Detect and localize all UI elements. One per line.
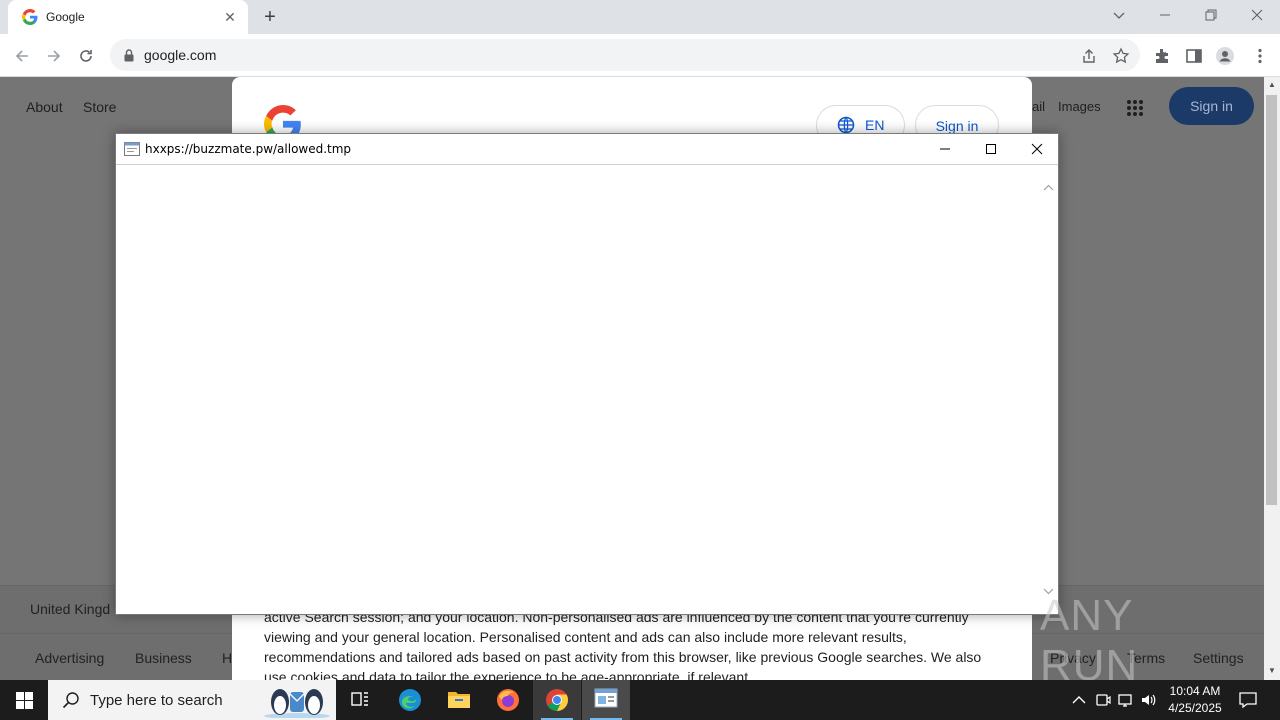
scroll-up-icon[interactable]: ▲ — [1268, 81, 1276, 89]
chevron-up-icon[interactable] — [1043, 184, 1054, 192]
search-highlight-icon — [264, 689, 330, 718]
google-favicon — [22, 9, 38, 25]
watermark-text: ANY RUN — [1040, 591, 1139, 690]
anyrun-watermark: ANY RUN — [1040, 591, 1240, 690]
forward-icon — [48, 50, 61, 62]
taskbar: Type here to search 10:04 AM 4/25/2025 — [0, 680, 1280, 720]
new-tab-button[interactable]: + — [258, 5, 282, 29]
scrollbar-thumb[interactable] — [1266, 95, 1277, 505]
footer-advertising-link[interactable]: Advertising — [35, 650, 104, 666]
footer-country: United Kingd — [30, 601, 111, 617]
network-icon[interactable] — [1117, 691, 1135, 709]
globe-icon — [837, 116, 855, 134]
close-icon — [1251, 9, 1263, 21]
browser-toolbar: google.com — [0, 34, 1280, 77]
about-link[interactable]: About — [26, 99, 63, 115]
taskbar-popup-window[interactable] — [582, 680, 630, 720]
consent-text: active Search session; and your location… — [264, 609, 982, 680]
scroll-down-icon[interactable]: ▼ — [1268, 667, 1276, 675]
tab-close-icon[interactable]: ✕ — [222, 9, 238, 25]
back-icon — [15, 50, 28, 62]
popup-maximize-button[interactable] — [968, 134, 1014, 164]
tab-strip: Google ✕ + — [0, 0, 1280, 34]
clock-date: 4/25/2025 — [1168, 701, 1222, 715]
window-app-icon — [124, 142, 140, 156]
close-icon — [1031, 143, 1043, 155]
restore-button[interactable] — [1188, 0, 1234, 30]
file-explorer-icon — [448, 692, 470, 708]
images-link[interactable]: Images — [1058, 99, 1101, 114]
profile-icon[interactable] — [1215, 46, 1235, 66]
sign-in-button[interactable]: Sign in — [1169, 87, 1254, 125]
minimize-icon — [1160, 14, 1170, 16]
apps-icon[interactable] — [1126, 99, 1144, 117]
footer-business-link[interactable]: Business — [135, 650, 192, 666]
popup-title: hxxps://buzzmate.pw/allowed.tmp — [145, 142, 352, 156]
reload-button[interactable] — [72, 42, 100, 70]
taskbar-file-explorer[interactable] — [435, 680, 483, 720]
restore-icon — [1205, 9, 1217, 21]
close-button[interactable] — [1234, 0, 1280, 30]
chevron-down-icon — [1113, 12, 1125, 19]
url-text: google.com — [144, 47, 217, 63]
tab-title: Google — [46, 10, 85, 24]
search-placeholder: Type here to search — [90, 691, 223, 709]
firefox-icon — [497, 689, 519, 711]
clock-time: 10:04 AM — [1169, 684, 1221, 698]
star-icon[interactable] — [1112, 47, 1130, 65]
page-scrollbar[interactable]: ▲ ▼ — [1264, 77, 1280, 680]
window-app-icon — [594, 688, 618, 708]
footer-how-search-works-link[interactable]: H — [222, 650, 232, 666]
back-button[interactable] — [8, 42, 36, 70]
lock-icon[interactable] — [122, 48, 136, 62]
taskbar-chrome[interactable] — [533, 680, 581, 720]
notification-icon[interactable] — [1238, 690, 1258, 710]
forward-button[interactable] — [40, 42, 68, 70]
chrome-icon — [546, 689, 568, 711]
taskbar-search[interactable]: Type here to search — [48, 680, 336, 720]
popup-window: hxxps://buzzmate.pw/allowed.tmp — [115, 133, 1059, 615]
side-panel-icon[interactable] — [1184, 46, 1204, 66]
share-icon[interactable] — [1080, 47, 1098, 65]
tab-google[interactable]: Google ✕ — [8, 0, 248, 34]
language-label: EN — [865, 117, 885, 133]
windows-start-icon — [16, 692, 33, 709]
taskbar-edge[interactable] — [386, 680, 434, 720]
minimize-icon — [940, 148, 950, 150]
popup-content[interactable] — [118, 166, 1040, 612]
store-link[interactable]: Store — [83, 99, 116, 115]
search-icon — [62, 692, 79, 709]
task-view-button[interactable] — [336, 680, 384, 720]
reload-icon — [80, 50, 92, 62]
minimize-button[interactable] — [1142, 0, 1188, 30]
maximize-icon — [986, 144, 996, 154]
chevron-up-icon[interactable] — [1070, 691, 1088, 709]
address-bar[interactable]: google.com — [110, 39, 1140, 71]
start-button[interactable] — [0, 680, 48, 720]
menu-icon[interactable] — [1250, 46, 1270, 66]
volume-icon[interactable] — [1140, 691, 1158, 709]
popup-minimize-button[interactable] — [922, 134, 968, 164]
popup-close-button[interactable] — [1014, 134, 1060, 164]
meet-icon[interactable] — [1094, 691, 1112, 709]
system-clock[interactable]: 10:04 AM 4/25/2025 — [1158, 683, 1232, 717]
task-view-icon — [351, 692, 368, 706]
edge-icon — [399, 689, 421, 711]
popup-scrollbar[interactable] — [1040, 166, 1057, 612]
popup-titlebar[interactable]: hxxps://buzzmate.pw/allowed.tmp — [116, 134, 1058, 165]
tab-search-button[interactable] — [1096, 0, 1142, 30]
extensions-icon[interactable] — [1152, 46, 1172, 66]
gmail-link[interactable]: ail — [1032, 99, 1045, 114]
taskbar-firefox[interactable] — [484, 680, 532, 720]
